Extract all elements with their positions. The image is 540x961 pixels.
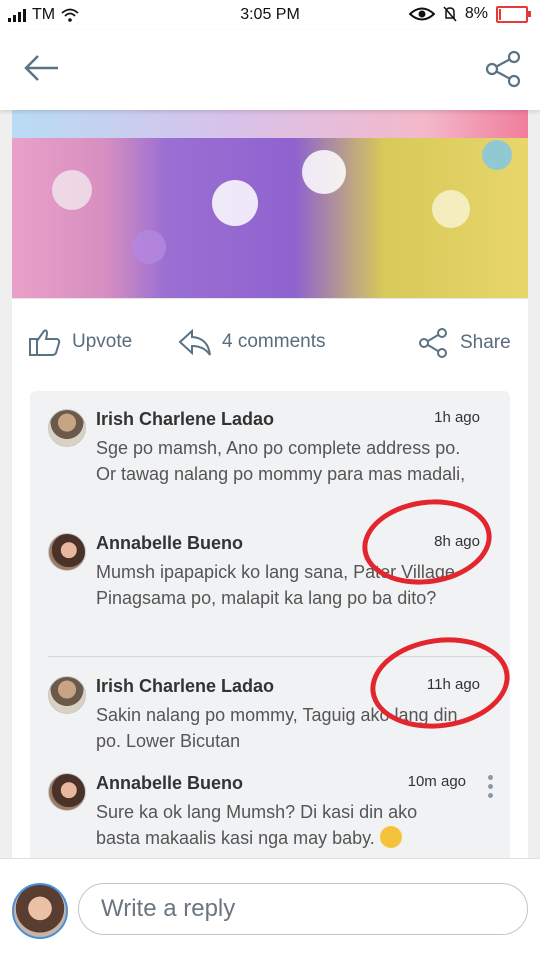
- comment-author[interactable]: Irish Charlene Ladao: [96, 409, 274, 430]
- avatar[interactable]: [48, 533, 86, 571]
- comment-item[interactable]: Annabelle Bueno 10m ago Sure ka ok lang …: [48, 773, 494, 871]
- post-card: Upvote 4 comments Share Irish Charlene L…: [12, 110, 528, 871]
- back-button[interactable]: [22, 50, 62, 90]
- bell-muted-icon: [443, 6, 457, 22]
- post-actions: Upvote 4 comments Share: [12, 298, 528, 389]
- comment-text-body: Sure ka ok lang Mumsh? Di kasi din ako b…: [96, 802, 418, 848]
- avatar[interactable]: [48, 409, 86, 447]
- image-pattern: [212, 180, 258, 226]
- battery-icon: [496, 5, 531, 23]
- share-label: Share: [460, 332, 511, 353]
- comment-time: 1h ago: [434, 409, 480, 426]
- share-button-top[interactable]: [484, 50, 524, 90]
- reply-bar: [0, 858, 540, 961]
- upvote-label: Upvote: [72, 331, 133, 352]
- share-icon: [419, 328, 447, 358]
- avatar[interactable]: [48, 676, 86, 714]
- image-pattern: [482, 140, 512, 170]
- more-options-icon[interactable]: [486, 775, 494, 798]
- share-button[interactable]: Share: [418, 327, 511, 359]
- post-image[interactable]: [12, 110, 528, 298]
- share-icon: [485, 50, 521, 88]
- avatar[interactable]: [48, 773, 86, 811]
- image-pattern: [302, 150, 346, 194]
- comments-button[interactable]: 4 comments: [178, 327, 325, 357]
- status-bar: TM 3:05 PM 8%: [0, 0, 540, 30]
- battery-fill: [499, 8, 501, 20]
- image-band: [12, 110, 528, 138]
- thumbs-up-icon: [29, 329, 61, 356]
- arrow-left-icon: [24, 55, 58, 81]
- comment-author[interactable]: Annabelle Bueno: [96, 533, 243, 554]
- battery-percent: 8%: [464, 5, 488, 22]
- current-user-avatar[interactable]: [12, 883, 68, 939]
- comment-text: Sure ka ok lang Mumsh? Di kasi din ako b…: [96, 799, 436, 851]
- status-right: 8%: [408, 5, 531, 23]
- app-bar: [0, 30, 540, 110]
- comments-count-label: 4 comments: [222, 331, 326, 352]
- comment-author[interactable]: Irish Charlene Ladao: [96, 676, 274, 697]
- comment-text: Sge po mamsh, Ano po complete address po…: [96, 438, 466, 484]
- image-pattern: [52, 170, 92, 210]
- upvote-button[interactable]: Upvote: [28, 327, 132, 357]
- comment-item[interactable]: Irish Charlene Ladao 1h ago Sge po mamsh…: [48, 409, 494, 509]
- smile-emoji-icon: [379, 826, 402, 848]
- reply-arrow-icon: [178, 328, 211, 356]
- image-pattern: [132, 230, 166, 264]
- comment-time: 10m ago: [407, 773, 466, 790]
- eye-icon: [408, 7, 435, 21]
- reply-input[interactable]: [78, 883, 528, 935]
- comments-thread: Irish Charlene Ladao 1h ago Sge po mamsh…: [30, 391, 510, 871]
- comment-author[interactable]: Annabelle Bueno: [96, 773, 243, 794]
- image-pattern: [432, 190, 470, 228]
